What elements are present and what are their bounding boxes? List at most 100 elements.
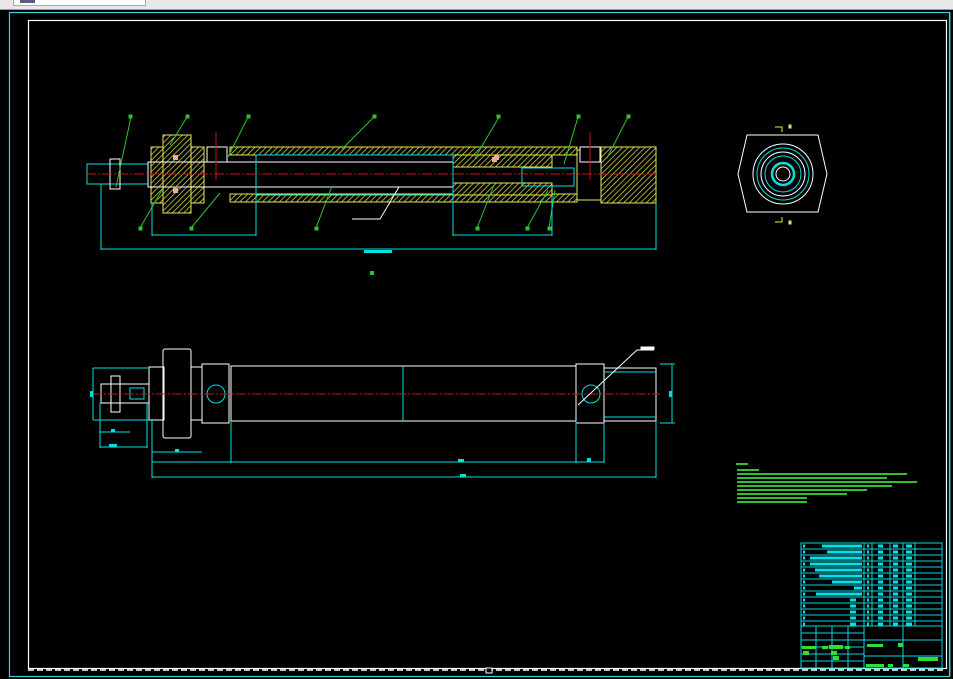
table-cell-text: [906, 544, 912, 548]
table-cell-text: [850, 598, 856, 602]
table-cell-text: [850, 604, 856, 608]
table-cell-text: [819, 574, 862, 578]
table-cell-text: [906, 598, 912, 602]
table-cell-text: [867, 580, 869, 584]
table-cell-text: [878, 544, 883, 548]
callout-leader: [577, 349, 654, 406]
table-cell-text: [906, 616, 912, 620]
side-elevation-view: [90, 346, 675, 478]
table-cell-text: [803, 592, 805, 596]
table-cell-text: [803, 598, 805, 602]
outer-border: [8, 11, 951, 678]
table-cell-text: [893, 544, 898, 548]
table-cell-text: [878, 580, 883, 584]
table-cell-text: [867, 622, 869, 626]
table-cell-text: [803, 610, 805, 614]
table-cell-text: [906, 610, 912, 614]
table-cell-text: [803, 568, 805, 572]
table-cell-text: [803, 586, 805, 590]
table-cell-text: [906, 556, 912, 560]
table-cell-text: [893, 574, 898, 578]
table-cell-text: [878, 550, 883, 554]
table-cell-text: [878, 562, 883, 566]
table-cell-text: [867, 556, 869, 560]
table-cell-text: [803, 550, 805, 554]
table-cell-text: [822, 544, 862, 548]
table-cell-text: [878, 592, 883, 596]
table-cell-text: [893, 568, 898, 572]
table-cell-text: [867, 544, 869, 548]
table-cell-text: [893, 550, 898, 554]
table-cell-text: [867, 586, 869, 590]
section-view: [86, 114, 657, 275]
table-cell-text: [878, 586, 883, 590]
ucs-marker-icon[interactable]: [485, 667, 493, 674]
table-cell-text: [906, 586, 912, 590]
table-cell-text: [827, 550, 862, 554]
table-cell-text: [893, 604, 898, 608]
table-cell-text: [803, 544, 805, 548]
table-cell-text: [893, 610, 898, 614]
table-cell-text: [854, 586, 862, 590]
drawing-frame: [27, 19, 948, 670]
table-cell-text: [803, 622, 805, 626]
drawing-file-icon: [20, 0, 35, 3]
table-cell-text: [867, 610, 869, 614]
bore: [255, 154, 454, 196]
table-cell-text: [893, 556, 898, 560]
table-cell-text: [850, 622, 856, 626]
table-cell-text: [893, 580, 898, 584]
title-block-entries: [802, 643, 938, 667]
roughness-leader: [352, 186, 400, 220]
table-cell-text: [893, 586, 898, 590]
window-top-bar: [0, 0, 953, 10]
table-cell-text: [906, 604, 912, 608]
table-cell-text: [850, 610, 856, 614]
view-marker: [370, 271, 374, 275]
table-cell-text: [906, 562, 912, 566]
dimension-label-overall: [364, 250, 392, 253]
table-cell-text: [878, 604, 883, 608]
table-cell-text: [803, 580, 805, 584]
table-cell-text: [867, 598, 869, 602]
table-cell-text: [878, 574, 883, 578]
table-cell-text: [803, 616, 805, 620]
table-cell-text: [867, 616, 869, 620]
piston-top: [452, 154, 553, 168]
hex-end-view: [737, 124, 828, 225]
table-cell-text: [878, 598, 883, 602]
table-cell-text: [893, 598, 898, 602]
table-cell-text: [878, 622, 883, 626]
table-cell-text: [867, 568, 869, 572]
right-end-cap: [600, 146, 657, 204]
barrel-wall-top: [229, 146, 578, 156]
table-cell-text: [810, 562, 862, 566]
table-cell-text: [867, 562, 869, 566]
port-left: [206, 146, 228, 163]
table-cell-text: [803, 604, 805, 608]
table-cell-text: [906, 568, 912, 572]
table-cell-text: [906, 574, 912, 578]
table-cell-text: [810, 556, 862, 560]
table-cell-text: [803, 556, 805, 560]
table-cell-text: [867, 550, 869, 554]
table-cell-text: [893, 616, 898, 620]
technical-notes: [736, 463, 917, 503]
table-cell-text: [893, 592, 898, 596]
table-cell-text: [867, 574, 869, 578]
table-cell-text: [867, 592, 869, 596]
table-cell-text: [906, 580, 912, 584]
table-cell-text: [906, 550, 912, 554]
table-cell-text: [893, 622, 898, 626]
table-cell-text: [893, 562, 898, 566]
table-cell-text: [803, 574, 805, 578]
table-cell-text: [867, 604, 869, 608]
table-cell-text: [906, 622, 912, 626]
table-cell-text: [878, 568, 883, 572]
table-cell-text: [816, 592, 862, 596]
piston-bottom: [452, 182, 553, 196]
table-cell-text: [906, 592, 912, 596]
section-marks: [775, 124, 792, 225]
table-cell-text: [878, 616, 883, 620]
cad-canvas[interactable]: [0, 10, 953, 679]
